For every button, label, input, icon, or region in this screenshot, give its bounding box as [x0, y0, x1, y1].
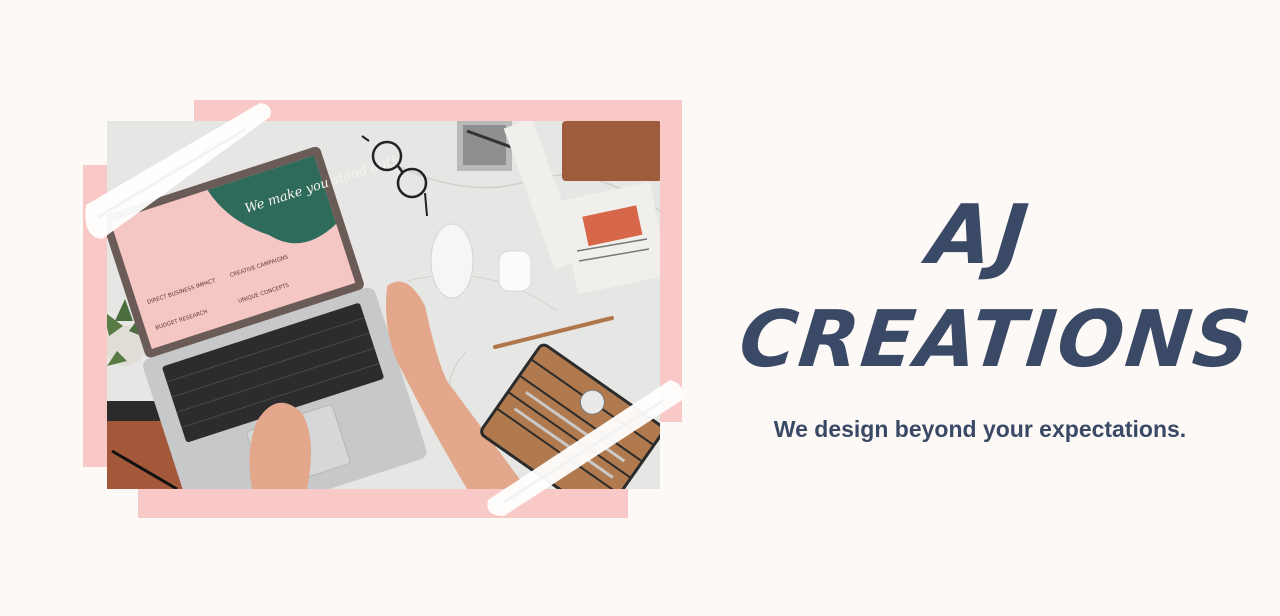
brand-name-line-1: AJ	[924, 188, 1037, 283]
brand-name-line-2: CREATIONS	[735, 295, 1257, 385]
brush-stroke-decoration	[487, 380, 683, 516]
tagline: We design beyond your expectations.	[773, 416, 1187, 442]
brush-stroke-decoration	[85, 103, 271, 239]
